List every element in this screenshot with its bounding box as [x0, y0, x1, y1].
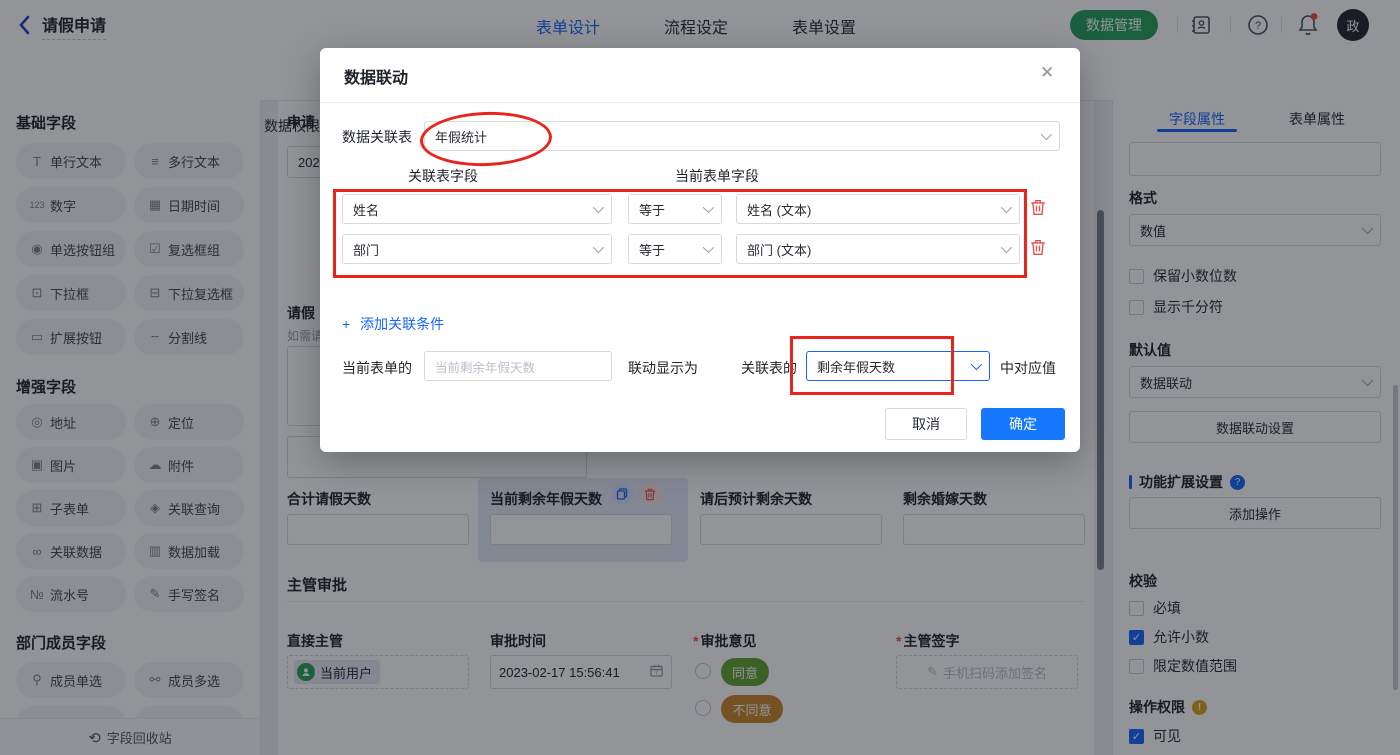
condition-2-left-select[interactable]: 部门 — [342, 234, 612, 264]
delete-condition-1-icon[interactable] — [1030, 199, 1046, 219]
cancel-button[interactable]: 取消 — [885, 408, 967, 440]
column-header-left: 关联表字段 — [408, 166, 478, 186]
condition-1-left-select[interactable]: 姓名 — [342, 194, 612, 224]
related-field-select[interactable]: 剩余年假天数 — [806, 351, 990, 381]
related-table-of-label: 关联表的 — [741, 358, 797, 378]
corresponding-value-label: 中对应值 — [1000, 358, 1056, 378]
close-icon[interactable]: ✕ — [1040, 63, 1054, 83]
delete-condition-2-icon[interactable] — [1030, 239, 1046, 259]
condition-1-operator-select[interactable]: 等于 — [628, 194, 722, 224]
condition-2-operator-select[interactable]: 等于 — [628, 234, 722, 264]
chevron-down-icon — [1041, 129, 1052, 140]
plus-icon: + — [342, 316, 350, 332]
chevron-down-icon — [593, 202, 604, 213]
chevron-down-icon — [703, 242, 714, 253]
column-header-right: 当前表单字段 — [675, 166, 759, 186]
condition-2-right-select[interactable]: 部门 (文本) — [736, 234, 1020, 264]
related-table-select[interactable]: 年假统计 — [424, 121, 1060, 151]
related-table-label: 数据关联表 — [342, 127, 412, 147]
data-linkage-modal: 数据联动 ✕ 数据关联表 年假统计 关联表字段 当前表单字段 姓名 等于 姓名 … — [320, 48, 1080, 452]
confirm-button[interactable]: 确定 — [981, 408, 1065, 440]
chevron-down-icon — [1001, 242, 1012, 253]
chevron-down-icon — [1001, 202, 1012, 213]
current-form-label: 当前表单的 — [342, 358, 412, 378]
add-condition-link[interactable]: + 添加关联条件 — [342, 314, 444, 334]
link-display-label: 联动显示为 — [628, 358, 698, 378]
form-designer-app: 请假申请 表单设计 流程设定 表单设置 数据管理 ? 政 表单外链 后端脚本 数… — [0, 0, 1400, 755]
chevron-down-icon — [971, 359, 982, 370]
condition-1-right-select[interactable]: 姓名 (文本) — [736, 194, 1020, 224]
current-field-input[interactable]: 当前剩余年假天数 — [424, 351, 612, 381]
chevron-down-icon — [703, 202, 714, 213]
modal-header-divider — [320, 102, 1080, 103]
modal-title: 数据联动 — [344, 64, 408, 88]
chevron-down-icon — [593, 242, 604, 253]
